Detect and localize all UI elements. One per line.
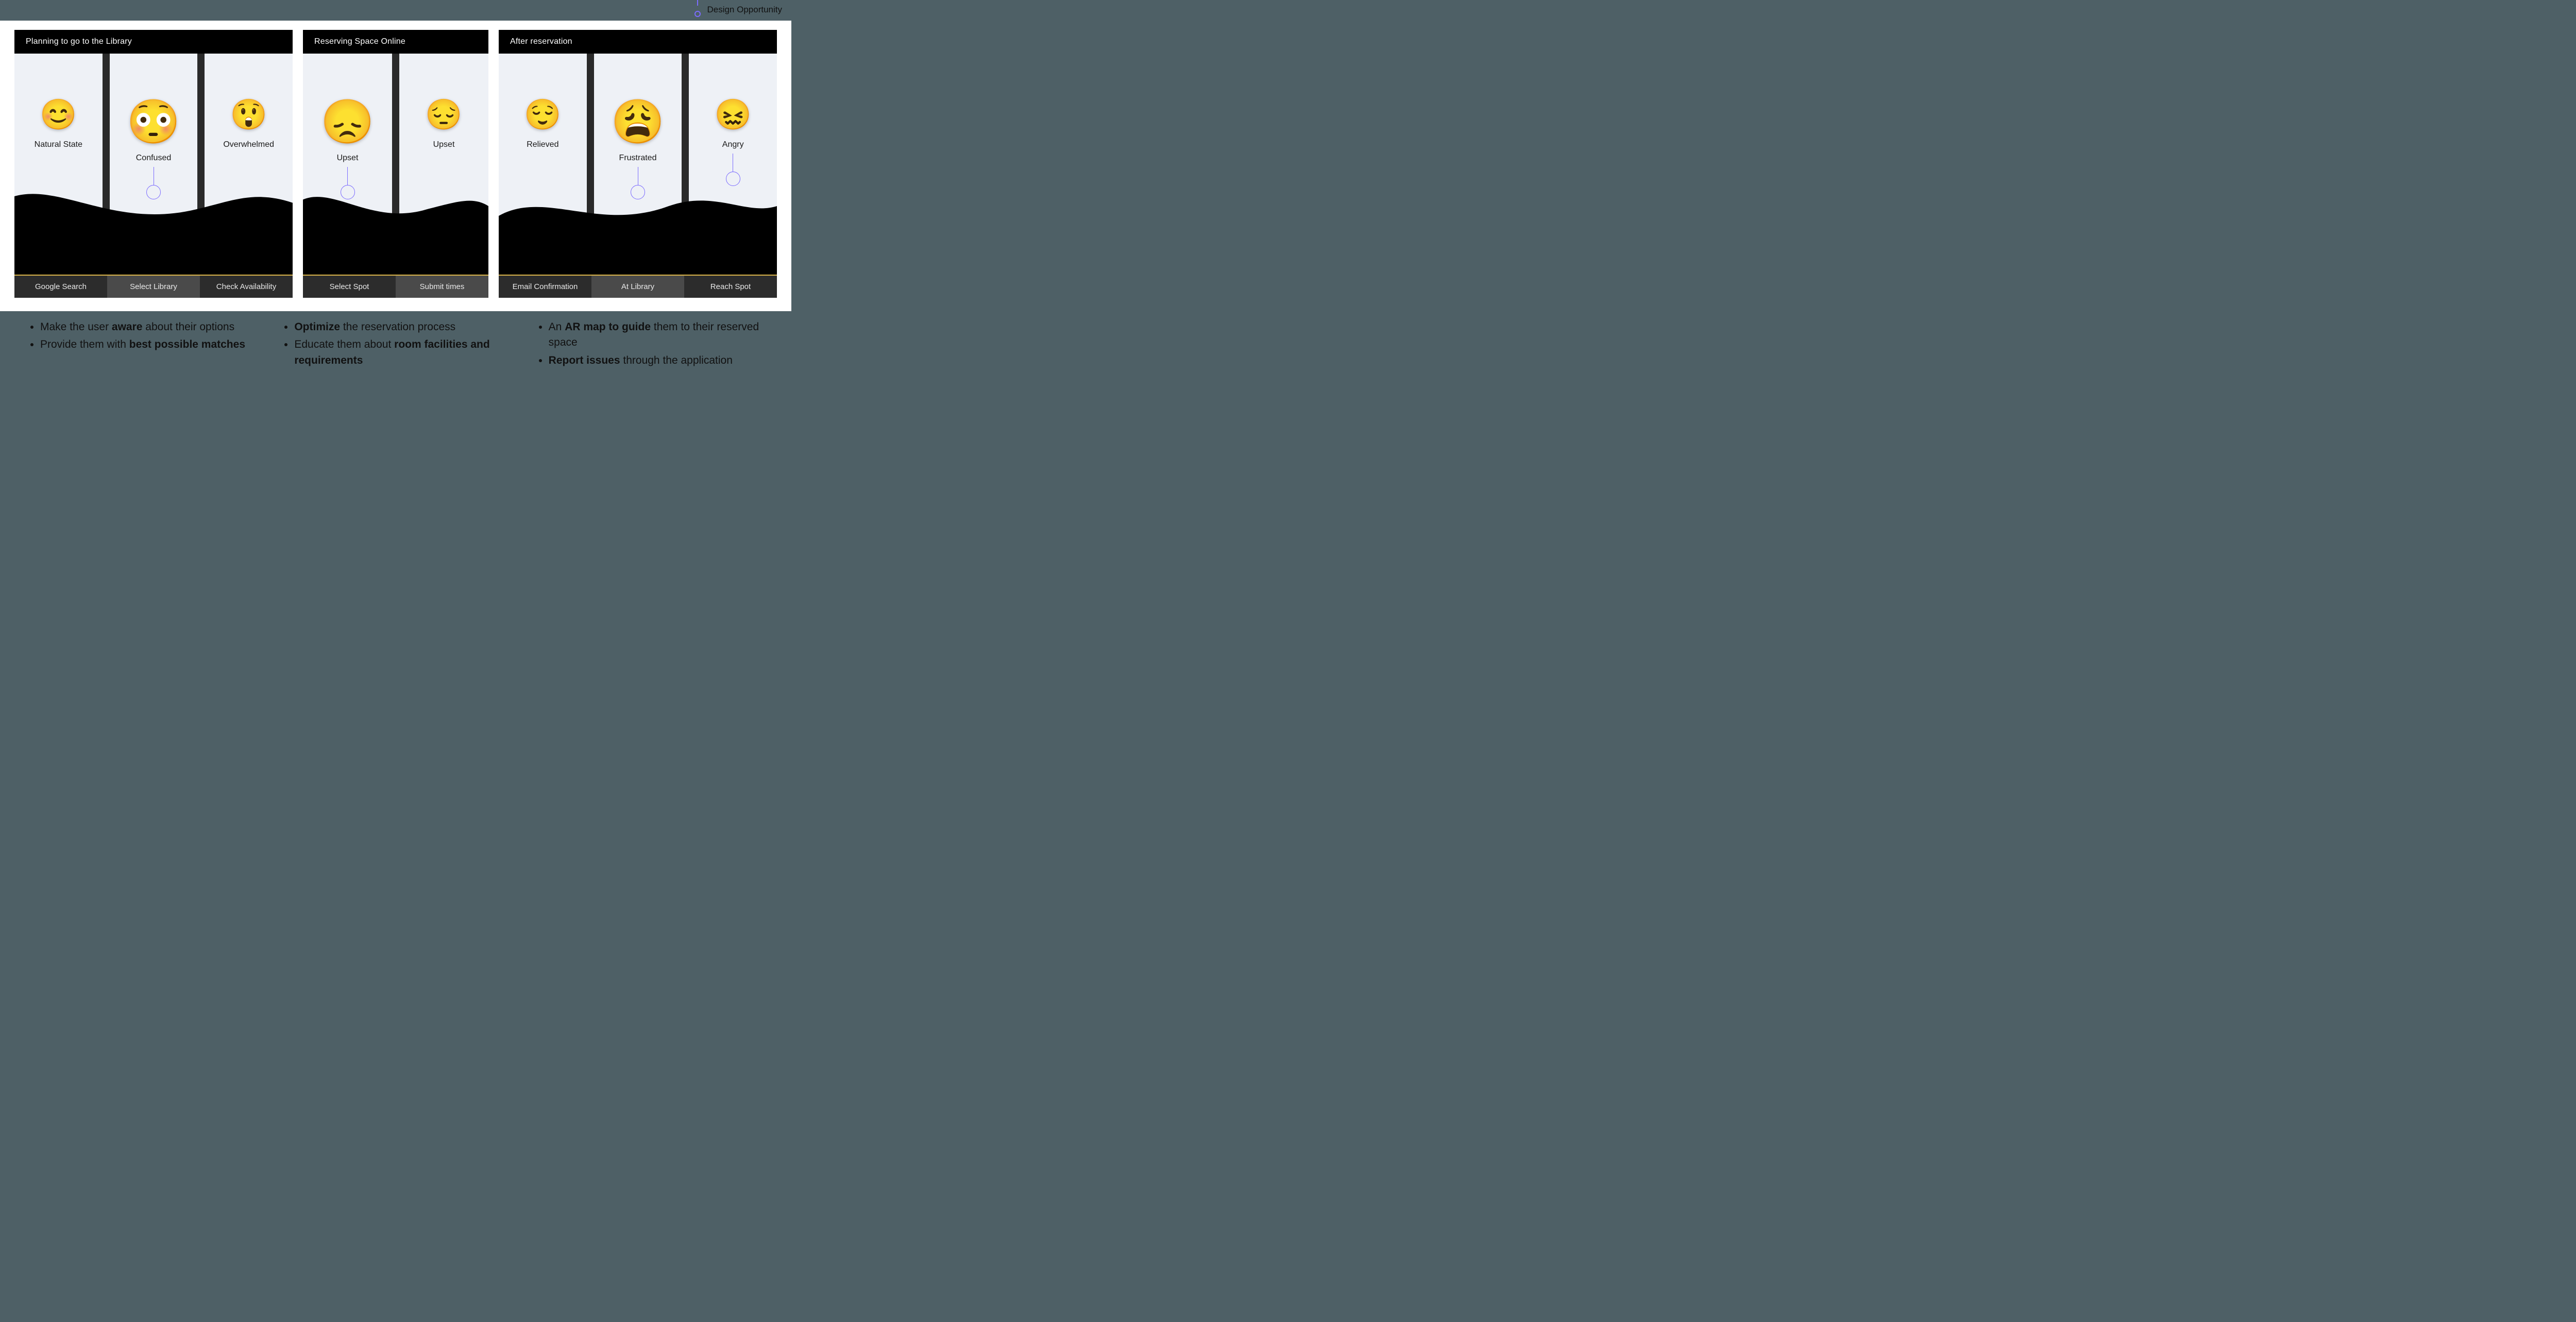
journey-column: 😊 Natural State (14, 54, 110, 298)
journey-column: 😞 Upset (303, 54, 399, 298)
opportunity-group: An AR map to guide them to their reserve… (537, 319, 771, 370)
phase-steps: Email ConfirmationAt LibraryReach Spot (499, 275, 777, 298)
emotion-emoji-icon: 😲 (230, 100, 267, 130)
emotion-emoji-icon: 😔 (425, 100, 462, 130)
circle-marker-icon (694, 11, 701, 17)
opportunity-list: An AR map to guide them to their reserve… (537, 319, 771, 368)
design-opportunity-tag: Design Opportunity (694, 0, 782, 20)
emotion-label: Angry (722, 140, 744, 149)
journey-step: Email Confirmation (499, 276, 591, 298)
journey-step: Submit times (396, 276, 488, 298)
opportunity-item: An AR map to guide them to their reserve… (549, 319, 771, 351)
opportunity-item: Provide them with best possible matches (40, 337, 262, 352)
opportunity-marker-icon (146, 185, 161, 199)
phase-columns: 😌 Relieved 😩 Frustrated 😖 Angry (499, 54, 777, 298)
opportunity-connector-line (347, 167, 348, 185)
phase-columns: 😞 Upset 😔 Upset (303, 54, 488, 298)
opportunity-list: Make the user aware about their options P… (29, 319, 262, 353)
emotion-label: Upset (433, 140, 455, 149)
opportunity-item: Make the user aware about their options (40, 319, 262, 335)
journey-step: Check Availability (200, 276, 293, 298)
tag-label: Design Opportunity (707, 5, 782, 15)
phase-title: Reserving Space Online (303, 30, 488, 54)
emotion-emoji-icon: 😖 (715, 100, 752, 130)
phase-block: After reservation 😌 Relieved 😩 Frustrated 😖 An… (499, 30, 777, 298)
emotion-label: Confused (136, 154, 172, 163)
opportunity-marker-icon (631, 185, 645, 199)
journey-phases: Planning to go to the Library 😊 Natural St… (14, 30, 777, 298)
journey-step: Reach Spot (684, 276, 777, 298)
phase-title: After reservation (499, 30, 777, 54)
emotion-emoji-icon: 😞 (320, 100, 375, 143)
opportunity-lists: Make the user aware about their options P… (29, 319, 771, 370)
journey-column: 😳 Confused (110, 54, 205, 298)
journey-column: 😲 Overwhelmed (205, 54, 293, 298)
opportunity-item: Educate them about room facilities and r… (294, 337, 516, 368)
journey-step: Select Library (107, 276, 200, 298)
phase-block: Planning to go to the Library 😊 Natural St… (14, 30, 293, 298)
journey-step: Select Spot (303, 276, 396, 298)
emotion-label: Frustrated (619, 154, 657, 163)
emotion-label: Natural State (35, 140, 82, 149)
journey-step: Google Search (14, 276, 107, 298)
opportunity-group: Optimize the reservation process Educate … (283, 319, 516, 370)
opportunity-list: Optimize the reservation process Educate … (283, 319, 516, 368)
phase-steps: Select SpotSubmit times (303, 275, 488, 298)
journey-column: 😔 Upset (399, 54, 488, 298)
opportunity-item: Report issues through the application (549, 353, 771, 368)
phase-block: Reserving Space Online 😞 Upset 😔 Upset Select… (303, 30, 488, 298)
emotion-emoji-icon: 😊 (40, 100, 77, 130)
opportunity-marker-icon (726, 172, 740, 186)
emotion-emoji-icon: 😌 (524, 100, 561, 130)
phase-title: Planning to go to the Library (14, 30, 293, 54)
emotion-label: Relieved (527, 140, 558, 149)
journey-step: At Library (591, 276, 684, 298)
journey-column: 😌 Relieved (499, 54, 594, 298)
journey-column: 😩 Frustrated (594, 54, 689, 298)
journey-column: 😖 Angry (689, 54, 777, 298)
tag-connector-line (697, 0, 698, 6)
emotion-emoji-icon: 😳 (127, 100, 181, 143)
opportunity-marker-icon (341, 185, 355, 199)
opportunity-group: Make the user aware about their options P… (29, 319, 262, 370)
opportunity-item: Optimize the reservation process (294, 319, 516, 335)
phase-steps: Google SearchSelect LibraryCheck Availab… (14, 275, 293, 298)
phase-columns: 😊 Natural State 😳 Confused 😲 Overwhelmed (14, 54, 293, 298)
emotion-label: Upset (337, 154, 359, 163)
emotion-label: Overwhelmed (223, 140, 274, 149)
emotion-emoji-icon: 😩 (611, 100, 665, 143)
